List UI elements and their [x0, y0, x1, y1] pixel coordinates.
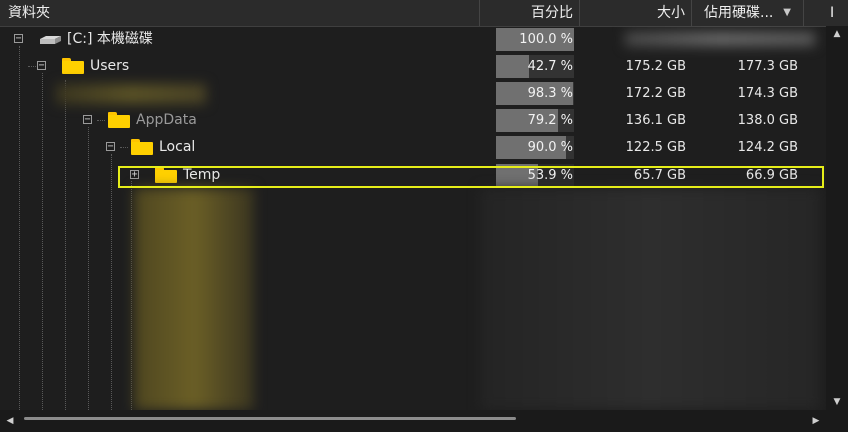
percent-cell: 79.2 % [480, 107, 580, 134]
tree-row-appdata[interactable]: − AppData 79.2 % 136.1 GB 138.0 GB [0, 107, 826, 134]
vertical-scrollbar[interactable]: ▲ ▼ [826, 26, 848, 410]
allocated-value: 124.2 GB [737, 140, 798, 155]
column-header-allocated[interactable]: 佔用硬碟... ▼ [692, 0, 804, 26]
tree-line [111, 154, 112, 410]
collapse-toggle[interactable]: − [37, 61, 46, 71]
collapse-toggle[interactable]: − [83, 115, 92, 125]
tree-row-local[interactable]: − Local 90.0 % 122.5 GB 124.2 GB [0, 134, 826, 161]
folder-label: Users [90, 58, 130, 74]
folder-label: Local [159, 139, 196, 155]
tree-line [131, 181, 132, 410]
column-header-folder[interactable]: 資料夾 [0, 0, 480, 26]
percent-cell: 100.0 % [480, 26, 580, 53]
allocated-value: 138.0 GB [737, 113, 798, 128]
scroll-corner [826, 410, 848, 432]
collapse-toggle[interactable]: − [106, 142, 115, 152]
name-cell: − [C:] 本機磁碟 [0, 26, 480, 53]
size-value: 122.5 GB [625, 140, 686, 155]
folder-icon [62, 58, 84, 74]
percent-value: 42.7 % [527, 59, 573, 74]
percent-cell: 42.7 % [480, 53, 580, 80]
redacted-area [480, 188, 820, 410]
scroll-up-arrow[interactable]: ▲ [826, 26, 848, 42]
name-cell [0, 80, 480, 107]
redacted-area [56, 84, 206, 104]
folder-label: Temp [183, 167, 221, 183]
folder-label: [C:] 本機磁碟 [67, 31, 153, 47]
collapse-toggle[interactable]: − [14, 34, 23, 44]
scroll-down-arrow[interactable]: ▼ [826, 394, 848, 410]
folder-icon [131, 139, 153, 155]
column-header-extra[interactable]: I [804, 0, 848, 26]
column-header-allocated-label: 佔用硬碟... [704, 5, 774, 21]
name-cell: − Users [0, 53, 480, 80]
percent-cell: 90.0 % [480, 134, 580, 161]
redacted-area [134, 188, 254, 410]
folder-icon [155, 167, 177, 183]
percent-value: 98.3 % [527, 86, 573, 101]
folder-label: AppData [136, 112, 197, 128]
percent-value: 100.0 % [519, 32, 573, 47]
percent-value: 79.2 % [527, 113, 573, 128]
scroll-left-arrow[interactable]: ◀ [2, 410, 18, 432]
scroll-right-arrow[interactable]: ▶ [808, 410, 824, 432]
allocated-value: 177.3 GB [737, 59, 798, 74]
folder-icon [108, 112, 130, 128]
column-header-percent[interactable]: 百分比 [480, 0, 580, 26]
tree-row-redacted[interactable]: 98.3 % 172.2 GB 174.3 GB [0, 80, 826, 107]
allocated-value: 66.9 GB [745, 168, 798, 183]
name-cell: + Temp [0, 162, 480, 189]
horizontal-scrollbar[interactable]: ◀ ▶ [0, 410, 826, 432]
column-header-bar: 資料夾 百分比 大小 佔用硬碟... ▼ I [0, 0, 848, 27]
column-header-size[interactable]: 大小 [580, 0, 692, 26]
percent-cell: 98.3 % [480, 80, 580, 107]
folder-tree: − [C:] 本機磁碟 100.0 % − Users 42.7 % 175.2… [0, 26, 826, 410]
percent-value: 53.9 % [527, 168, 573, 183]
tree-row-drive[interactable]: − [C:] 本機磁碟 100.0 % [0, 26, 826, 53]
drive-icon [40, 36, 61, 44]
size-value: 65.7 GB [633, 168, 686, 183]
name-cell: − AppData [0, 107, 480, 134]
size-value: 175.2 GB [625, 59, 686, 74]
percent-cell: 53.9 % [480, 162, 580, 189]
name-cell: − Local [0, 134, 480, 161]
size-value: 136.1 GB [625, 113, 686, 128]
size-value: 172.2 GB [625, 86, 686, 101]
expand-toggle[interactable]: + [130, 170, 139, 180]
horizontal-scroll-thumb[interactable] [24, 417, 516, 420]
percent-value: 90.0 % [527, 140, 573, 155]
tree-row-temp[interactable]: + Temp 53.9 % 65.7 GB 66.9 GB [0, 162, 826, 189]
redacted-area [625, 32, 815, 46]
sort-descending-icon: ▼ [783, 7, 791, 18]
allocated-value: 174.3 GB [737, 86, 798, 101]
tree-row-users[interactable]: − Users 42.7 % 175.2 GB 177.3 GB [0, 53, 826, 80]
